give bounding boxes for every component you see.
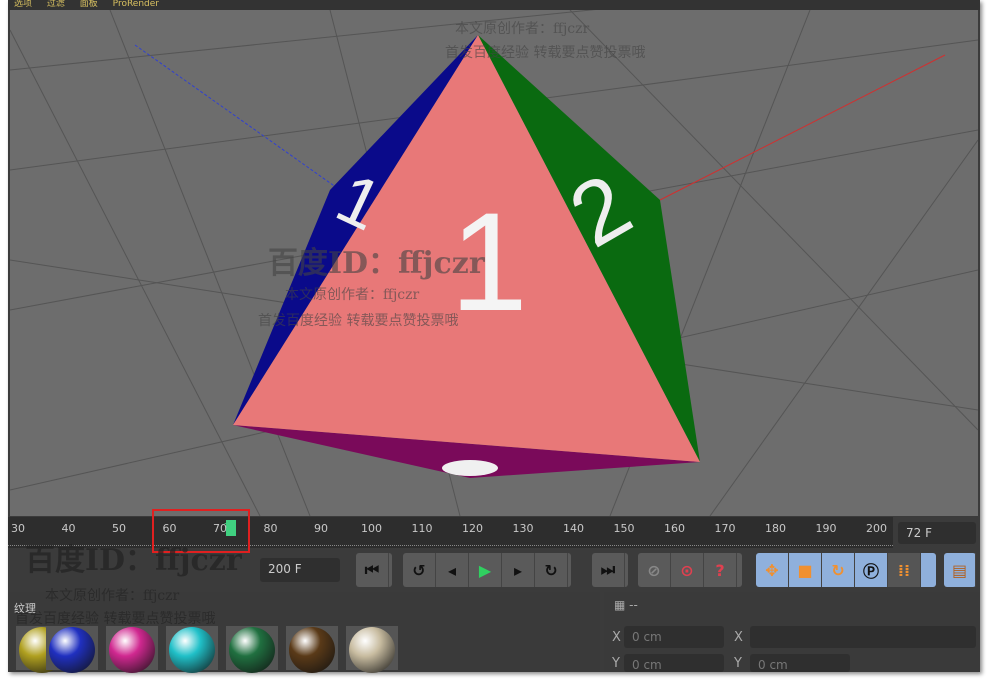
current-frame-field[interactable]: 72 F: [898, 522, 976, 544]
timeline-tick: 150: [613, 522, 635, 535]
watermark-author-mid: 本文原创作者：ffjczr: [285, 287, 420, 303]
watermark-note-mid: 首发百度经验 转载要点赞投票哦: [258, 313, 459, 329]
watermark-id-bottom: 百度ID：ffjczr: [25, 543, 242, 578]
menu-options[interactable]: 选项: [14, 0, 32, 9]
rotate-icon[interactable]: ↻: [822, 553, 855, 587]
material-sphere-icon: [229, 627, 275, 673]
timeline-tick: 60: [162, 522, 177, 535]
y-position-field[interactable]: 0 cm: [624, 654, 724, 672]
material-swatch[interactable]: [46, 626, 98, 673]
prev-key-button[interactable]: ↺: [403, 553, 436, 587]
transport-controls: ↺ ◂ ▶ ▸ ↻: [403, 553, 571, 587]
timeline-tick: 30: [11, 522, 25, 535]
x-size-field[interactable]: [750, 626, 976, 648]
parameter-icon[interactable]: Ⓟ: [855, 553, 888, 587]
next-key-button[interactable]: ↻: [535, 553, 568, 587]
menu-prorender[interactable]: ProRender: [113, 0, 159, 9]
timeline-tick: 100: [361, 522, 382, 535]
material-sphere-icon: [49, 627, 95, 673]
z-axis: [134, 44, 341, 191]
scale-icon[interactable]: ■: [789, 553, 822, 587]
auto-key-button[interactable]: ⊙: [671, 553, 704, 587]
play-button[interactable]: ▶: [469, 553, 502, 587]
timeline-tick: 200: [866, 522, 887, 535]
step-back-button[interactable]: ◂: [436, 553, 469, 587]
timeline-tick: 130: [512, 522, 534, 535]
material-sphere-icon: [169, 627, 215, 673]
timeline-tick: 50: [112, 522, 126, 535]
menu-filter[interactable]: 过滤: [47, 0, 65, 9]
step-forward-button[interactable]: ▸: [502, 553, 535, 587]
material-swatch[interactable]: [226, 626, 278, 673]
timeline-tick: 170: [714, 522, 736, 535]
bottom-number: [442, 460, 498, 476]
timeline-tick: 40: [61, 522, 76, 535]
material-sphere-icon: [109, 627, 155, 673]
material-sphere-icon: [349, 627, 395, 673]
y-label: Y: [612, 656, 620, 671]
y-size-field[interactable]: 0 cm: [750, 654, 850, 672]
move-icon[interactable]: ✥: [756, 553, 789, 587]
timeline-tick: 180: [765, 522, 786, 535]
timeline-tick: 190: [815, 522, 837, 535]
timeline-tick: 90: [314, 522, 328, 535]
menu-panel[interactable]: 面板: [80, 0, 98, 9]
film-icon[interactable]: ▤: [944, 553, 976, 587]
go-to-end-button[interactable]: ⏭: [592, 553, 625, 587]
watermark-author-bottom: 本文原创作者：ffjczr: [45, 588, 180, 604]
3d-viewport[interactable]: 1 1 2: [10, 10, 978, 516]
menu-bar: 选项 过滤 面板 ProRender: [8, 0, 980, 10]
x-size-label: X: [734, 630, 743, 645]
timeline-tick: 160: [664, 522, 685, 535]
transport-start: ⏮: [356, 553, 392, 587]
timeline-tick: 72: [223, 522, 237, 533]
timeline-tick: 140: [563, 522, 584, 535]
watermark-id-mid: 百度ID：ffjczr: [268, 246, 485, 281]
timeline-tick: 110: [411, 522, 433, 535]
x-position-field[interactable]: 0 cm: [624, 626, 724, 648]
go-to-start-button[interactable]: ⏮: [356, 553, 389, 587]
coords-header: --: [629, 598, 638, 612]
timeline-tick: 80: [263, 522, 278, 535]
record-key-button[interactable]: ⊘: [638, 553, 671, 587]
timeline-tick: 120: [462, 522, 483, 535]
grid-icon: ▦: [614, 598, 626, 612]
end-frame-field[interactable]: 200 F: [260, 558, 340, 582]
pla-icon[interactable]: ⁞⁞: [888, 553, 921, 587]
scene: 1 1 2: [10, 10, 978, 516]
material-swatch[interactable]: [286, 626, 338, 673]
watermark-author-top: 本文原创作者：ffjczr: [455, 21, 590, 37]
material-sphere-icon: [289, 627, 335, 673]
watermark-note-bottom: 首发百度经验 转载要点赞投票哦: [15, 611, 216, 627]
x-label: X: [612, 630, 621, 645]
coordinates-panel: ▦ -- X 0 cm X Y 0 cm Y 0 cm: [604, 592, 980, 672]
material-swatch[interactable]: [166, 626, 218, 673]
material-swatch[interactable]: [106, 626, 158, 673]
y-size-label: Y: [734, 656, 742, 671]
watermark-note-top: 首发百度经验 转载要点赞投票哦: [445, 45, 646, 61]
material-swatch[interactable]: [346, 626, 398, 673]
help-button[interactable]: ?: [704, 553, 737, 587]
